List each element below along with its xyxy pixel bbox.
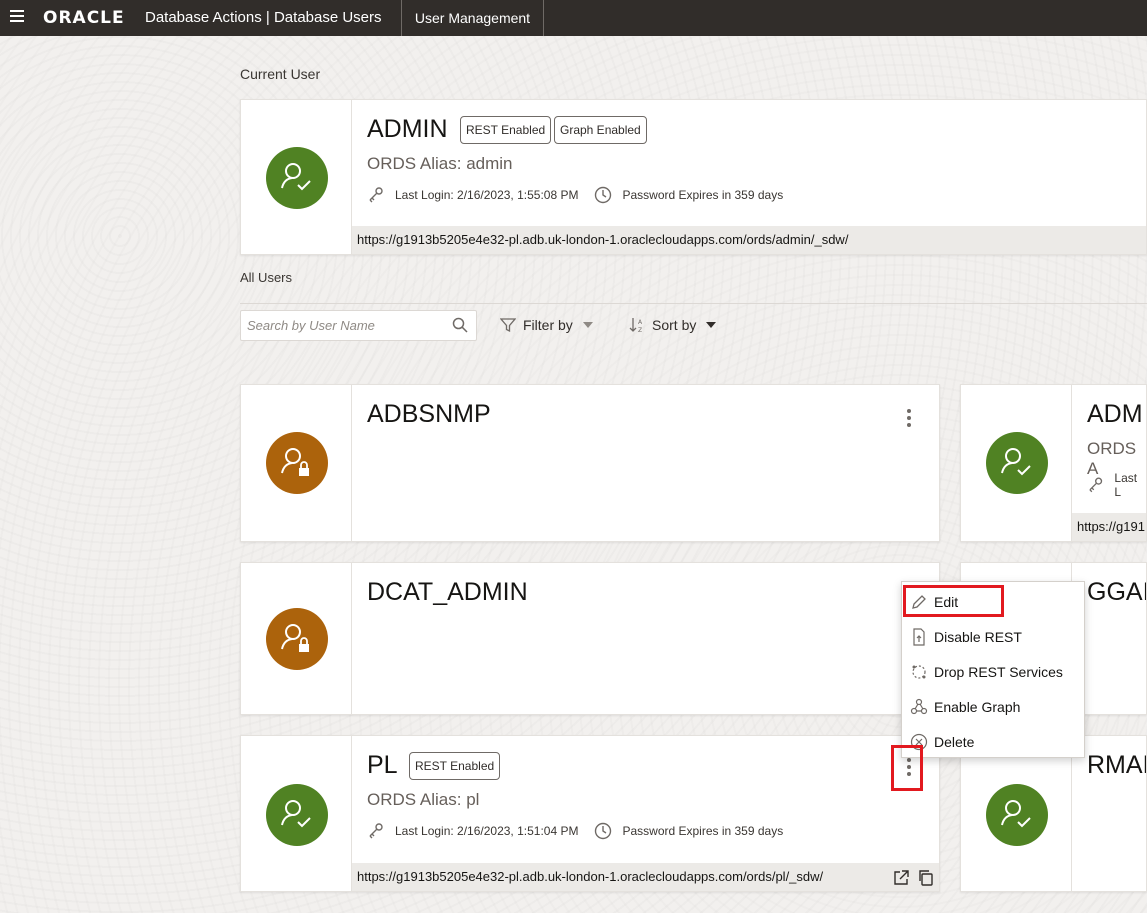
last-login: Last Login: 2/16/2023, 1:55:08 PM (395, 188, 579, 202)
menu-item-enable-graph[interactable]: Enable Graph (902, 689, 1084, 724)
sort-by-label: Sort by (652, 317, 697, 333)
user-name: ADMIN (367, 115, 448, 143)
user-locked-icon (266, 432, 328, 494)
drop-services-icon (912, 665, 926, 679)
user-active-icon (986, 784, 1048, 846)
user-locked-icon (266, 608, 328, 670)
menu-item-label: Delete (934, 733, 975, 750)
user-meta: Last Login: 2/16/2023, 1:55:08 PM Passwo… (367, 186, 783, 204)
search-icon[interactable] (452, 317, 468, 333)
copy-icon[interactable] (917, 869, 935, 887)
user-name: ADBSNMP (367, 400, 491, 428)
password-expiry: Password Expires in 359 days (622, 824, 784, 838)
chevron-down-icon (706, 322, 717, 328)
sort-by-button[interactable]: AZ Sort by (628, 315, 717, 335)
filter-by-button[interactable]: Filter by (500, 315, 593, 335)
delete-circle-icon (910, 733, 928, 751)
svg-text:Z: Z (638, 327, 642, 334)
ords-url[interactable]: https://g191 (1072, 513, 1146, 541)
app-title: Database Actions | Database Users (145, 9, 382, 26)
key-icon (369, 823, 383, 839)
user-active-icon (986, 432, 1048, 494)
tab-user-management[interactable]: User Management (401, 0, 544, 36)
menu-item-label: Enable Graph (934, 698, 1021, 715)
clock-icon (595, 822, 612, 840)
current-user-card: ADMIN REST Enabled Graph Enabled ORDS Al… (240, 99, 1147, 255)
search-input[interactable] (240, 310, 477, 341)
user-meta: Last L (1087, 471, 1146, 499)
user-card-dcat-admin: DCAT_ADMIN (240, 562, 940, 715)
menu-item-delete[interactable]: Delete (902, 724, 1084, 759)
avatar-column (241, 736, 352, 891)
top-header: ORACLE Database Actions | Database Users… (0, 0, 1147, 36)
oracle-logo: ORACLE (43, 8, 125, 28)
user-actions-menu: Edit Disable REST Drop REST Services Ena… (901, 581, 1085, 758)
user-active-icon (266, 147, 328, 209)
document-upload-icon (913, 628, 925, 646)
user-active-icon (266, 784, 328, 846)
last-login: Last Login: 2/16/2023, 1:51:04 PM (395, 824, 579, 838)
menu-item-label: Edit (934, 593, 959, 610)
ords-alias: ORDS Alias: admin (367, 154, 513, 173)
menu-item-label: Disable REST (934, 628, 1022, 645)
rest-enabled-badge: REST Enabled (460, 116, 552, 144)
user-card-adbsnmp: ADBSNMP (240, 384, 940, 542)
user-name: PL (367, 751, 398, 779)
key-icon (369, 187, 383, 203)
hamburger-menu-icon[interactable] (10, 10, 24, 24)
ords-alias: ORDS Alias: pl (367, 790, 480, 809)
more-actions-icon[interactable] (898, 403, 920, 433)
avatar-column (961, 385, 1072, 541)
user-card-adm: ADM ORDS A Last L https://g191 (960, 384, 1147, 542)
avatar-column (241, 100, 352, 254)
svg-text:A: A (638, 319, 643, 326)
rest-enabled-badge: REST Enabled (409, 752, 501, 780)
user-name: RMAI (1087, 751, 1147, 779)
graph-icon (910, 698, 928, 715)
key-icon (1089, 477, 1103, 493)
menu-item-label: Drop REST Services (934, 663, 1063, 680)
menu-item-disable-rest[interactable]: Disable REST (902, 619, 1084, 654)
user-card-pl: PL REST Enabled ORDS Alias: pl Last Logi… (240, 735, 940, 892)
pencil-icon (912, 595, 926, 609)
chevron-down-icon (582, 322, 593, 328)
ords-url[interactable]: https://g1913b5205e4e32-pl.adb.uk-london… (352, 863, 939, 891)
all-users-heading: All Users (240, 270, 293, 285)
ords-url[interactable]: https://g1913b5205e4e32-pl.adb.uk-london… (352, 226, 1146, 254)
current-user-heading: Current User (240, 66, 321, 82)
menu-item-drop-rest-services[interactable]: Drop REST Services (902, 654, 1084, 689)
avatar-column (241, 385, 352, 541)
menu-item-edit[interactable]: Edit (902, 584, 1084, 619)
user-name: DCAT_ADMIN (367, 578, 528, 606)
last-login: Last L (1114, 471, 1138, 499)
password-expiry: Password Expires in 359 days (622, 188, 784, 202)
filter-icon (500, 318, 516, 333)
avatar-column (961, 736, 1072, 891)
user-name: GGAI (1087, 578, 1147, 606)
filter-by-label: Filter by (523, 317, 573, 333)
clock-icon (595, 186, 612, 204)
user-meta: Last Login: 2/16/2023, 1:51:04 PM Passwo… (367, 822, 783, 840)
avatar-column (241, 563, 352, 714)
open-external-icon[interactable] (892, 869, 910, 887)
sort-icon: AZ (629, 318, 643, 334)
user-name: ADM (1087, 400, 1143, 428)
section-divider (240, 303, 1147, 304)
graph-enabled-badge: Graph Enabled (554, 116, 647, 144)
